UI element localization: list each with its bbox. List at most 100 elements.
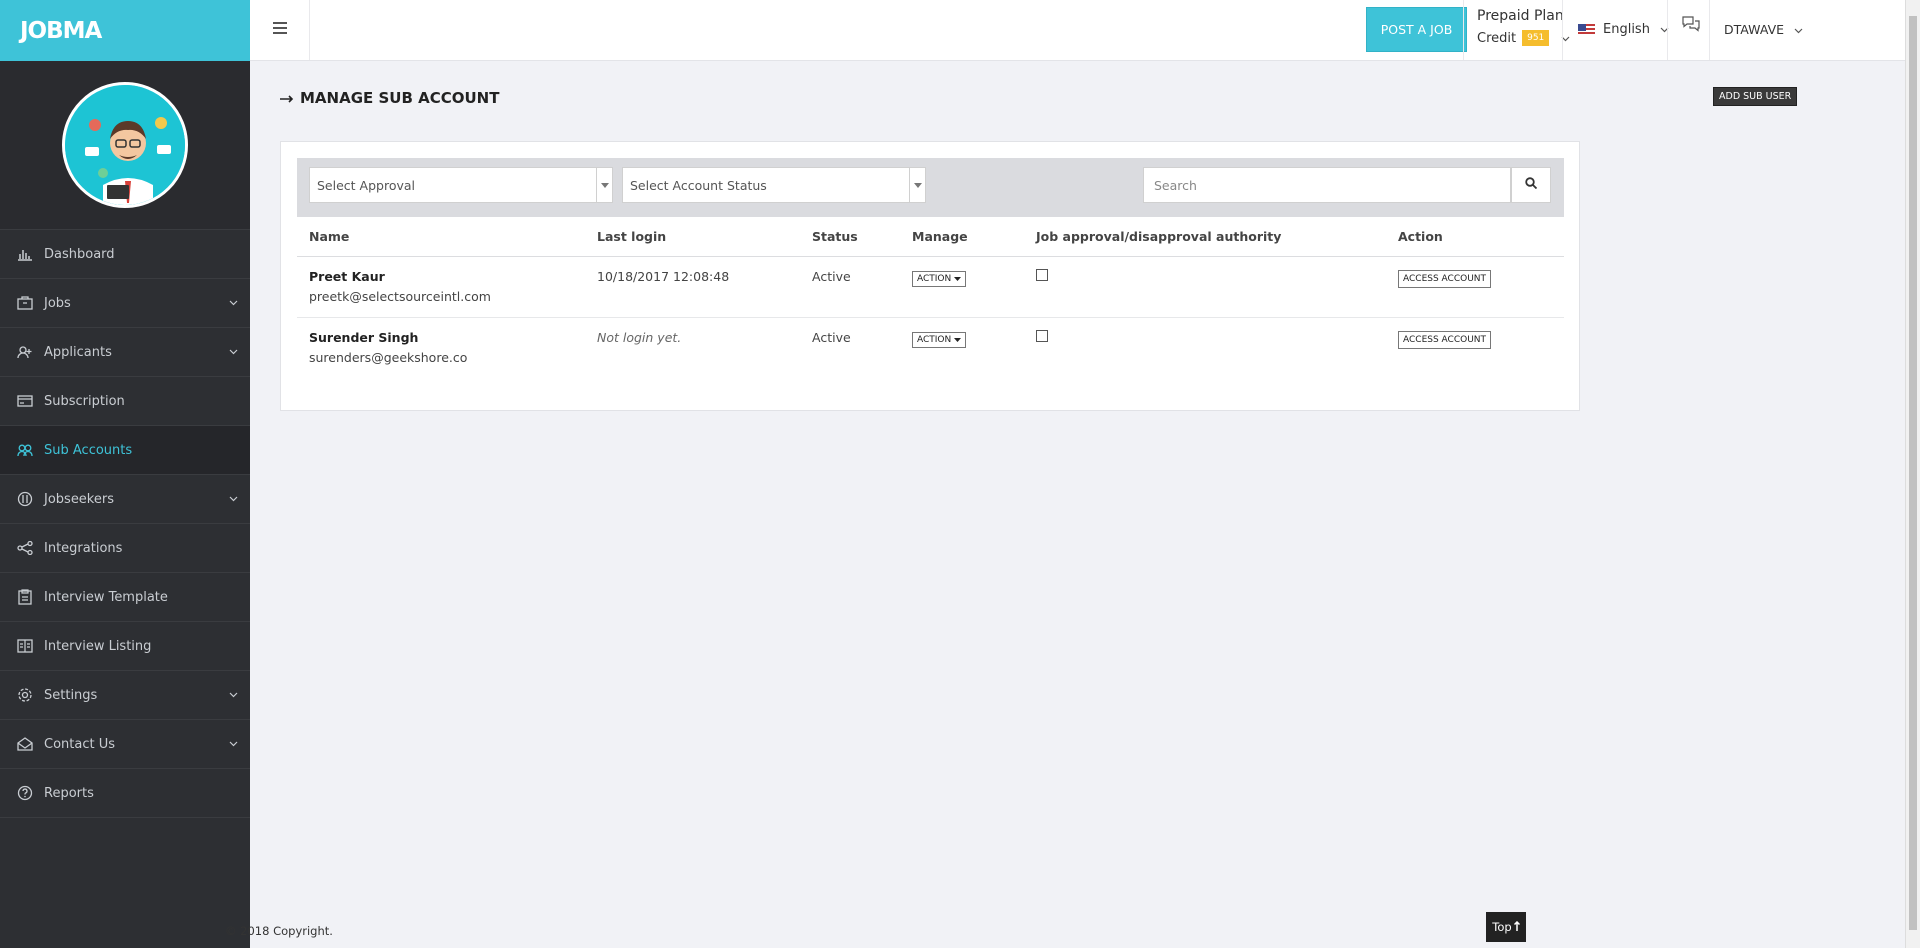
plan-dropdown[interactable]: Prepaid Plan Credit 951	[1477, 8, 1570, 53]
sidebar-item-jobs[interactable]: Jobs	[0, 279, 250, 328]
profile-area	[0, 61, 250, 230]
action-dropdown-button[interactable]: ACTION	[912, 270, 967, 287]
topbar: POST A JOB Prepaid Plan Credit 951 Engli…	[250, 0, 1920, 61]
search-input[interactable]	[1143, 167, 1511, 203]
user-name: Preet Kaur	[309, 268, 385, 284]
sidebar-item-label: Settings	[44, 687, 98, 703]
sidebar-item-interview-listing[interactable]: Interview Listing	[0, 622, 250, 671]
sidebar-item-label: Jobseekers	[44, 491, 114, 507]
approval-select[interactable]: Select Approval	[309, 167, 613, 203]
last-login-cell: Not login yet.	[597, 329, 682, 345]
column-header-manage: Manage	[900, 217, 1024, 257]
column-header-action: Action	[1386, 217, 1564, 257]
vertical-scrollbar[interactable]	[1905, 0, 1920, 948]
gear-icon	[16, 686, 34, 704]
sidebar-item-label: Sub Accounts	[44, 442, 133, 458]
divider	[1667, 0, 1668, 60]
caret-down-icon	[954, 335, 962, 345]
user-email: preetk@selectsourceintl.com	[309, 288, 491, 304]
arrow-up-icon	[1513, 920, 1520, 934]
approval-checkbox[interactable]	[1036, 268, 1048, 281]
sidebar-item-label: Jobs	[44, 295, 71, 311]
sidebar-item-label: Subscription	[44, 393, 125, 409]
last-login-cell: 10/18/2017 12:08:48	[585, 256, 800, 318]
top-label: Top	[1492, 920, 1512, 934]
status-cell: Active	[812, 329, 851, 345]
sidebar: JOBMA Dashboard Jobs Applicants Subscrip…	[0, 0, 250, 948]
post-job-button[interactable]: POST A JOB	[1366, 7, 1467, 52]
sidebar-item-contact-us[interactable]: Contact Us	[0, 720, 250, 769]
avatar-illustration-icon	[65, 85, 185, 205]
sidebar-item-dashboard[interactable]: Dashboard	[0, 230, 250, 279]
logo[interactable]: JOBMA	[20, 18, 102, 44]
username: DTAWAVE	[1724, 22, 1785, 37]
footer-copyright: © 2018 Copyright.	[225, 924, 333, 938]
sidebar-item-subscription[interactable]: Subscription	[0, 377, 250, 426]
name-cell: Preet Kaur preetk@selectsourceintl.com	[297, 256, 585, 318]
account-status-select[interactable]: Select Account Status	[622, 167, 926, 203]
chevron-down-icon	[1794, 22, 1803, 37]
sidebar-item-settings[interactable]: Settings	[0, 671, 250, 720]
user-email: surenders@geekshore.co	[309, 349, 468, 365]
scrollbar-thumb[interactable]	[1909, 16, 1917, 930]
chevron-down-icon	[229, 687, 238, 702]
search-icon	[1525, 177, 1538, 193]
chevron-down-icon	[229, 344, 238, 359]
divider	[1562, 0, 1563, 60]
access-account-button[interactable]: ACCESS ACCOUNT	[1398, 330, 1492, 349]
status-cell: Active	[800, 256, 900, 318]
column-header-last-login: Last login	[585, 217, 800, 257]
approval-cell	[1024, 317, 1386, 378]
name-cell: Surender Singh surenders@geekshore.co	[297, 317, 585, 378]
sidebar-item-label: Contact Us	[44, 736, 115, 752]
table-row: Preet Kaur preetk@selectsourceintl.com 1…	[297, 256, 1564, 318]
user-menu[interactable]: DTAWAVE	[1724, 22, 1803, 37]
sidebar-item-sub-accounts[interactable]: Sub Accounts	[0, 426, 250, 475]
sidebar-item-jobseekers[interactable]: Jobseekers	[0, 475, 250, 524]
sidebar-item-integrations[interactable]: Integrations	[0, 524, 250, 573]
divider	[1463, 0, 1464, 60]
sub-accounts-table: Name Last login Status Manage Job approv…	[297, 217, 1564, 378]
column-header-approval-authority: Job approval/disapproval authority	[1024, 217, 1386, 257]
chevron-down-icon	[229, 295, 238, 310]
language-selector[interactable]: English	[1578, 22, 1669, 37]
sub-accounts-panel: Select Approval Select Account Status Na…	[280, 141, 1580, 411]
hamburger-icon	[272, 22, 287, 38]
manage-cell: ACTION	[900, 256, 1024, 318]
action-dropdown-button[interactable]: ACTION	[912, 331, 967, 348]
plan-title: Prepaid Plan	[1477, 8, 1564, 24]
sidebar-item-label: Integrations	[44, 540, 123, 556]
action-cell: ACCESS ACCOUNT	[1386, 256, 1564, 318]
briefcase-icon	[16, 294, 34, 312]
approval-checkbox[interactable]	[1036, 329, 1048, 342]
filter-bar: Select Approval Select Account Status	[297, 158, 1564, 217]
users-icon	[16, 441, 34, 459]
sidebar-item-applicants[interactable]: Applicants	[0, 328, 250, 377]
add-sub-user-button[interactable]: ADD SUB USER	[1713, 87, 1798, 106]
divider	[1709, 0, 1710, 60]
sidebar-item-interview-template[interactable]: Interview Template	[0, 573, 250, 622]
sidebar-nav: Dashboard Jobs Applicants Subscription S…	[0, 230, 250, 818]
chevron-down-icon	[229, 736, 238, 751]
chevron-down-icon	[229, 491, 238, 506]
question-circle-icon	[16, 784, 34, 802]
menu-toggle-button[interactable]	[250, 0, 310, 60]
credit-badge: 951	[1522, 30, 1550, 46]
access-account-button[interactable]: ACCESS ACCOUNT	[1398, 269, 1492, 288]
chat-icon[interactable]	[1682, 16, 1700, 36]
sidebar-item-reports[interactable]: Reports	[0, 769, 250, 818]
sidebar-item-label: Interview Template	[44, 589, 168, 605]
avatar[interactable]	[62, 82, 188, 208]
language-label: English	[1603, 22, 1650, 37]
action-label: ACTION	[917, 334, 952, 345]
sidebar-item-label: Applicants	[44, 344, 112, 360]
account-status-select-value: Select Account Status	[630, 177, 767, 193]
column-header-status: Status	[800, 217, 900, 257]
credit-card-icon	[16, 392, 34, 410]
sidebar-item-label: Reports	[44, 785, 94, 801]
plan-credit: Credit 951	[1477, 30, 1570, 46]
caret-down-icon	[596, 168, 612, 202]
share-icon	[16, 539, 34, 557]
search-button[interactable]	[1511, 167, 1551, 203]
back-to-top-button[interactable]: Top	[1486, 912, 1526, 942]
